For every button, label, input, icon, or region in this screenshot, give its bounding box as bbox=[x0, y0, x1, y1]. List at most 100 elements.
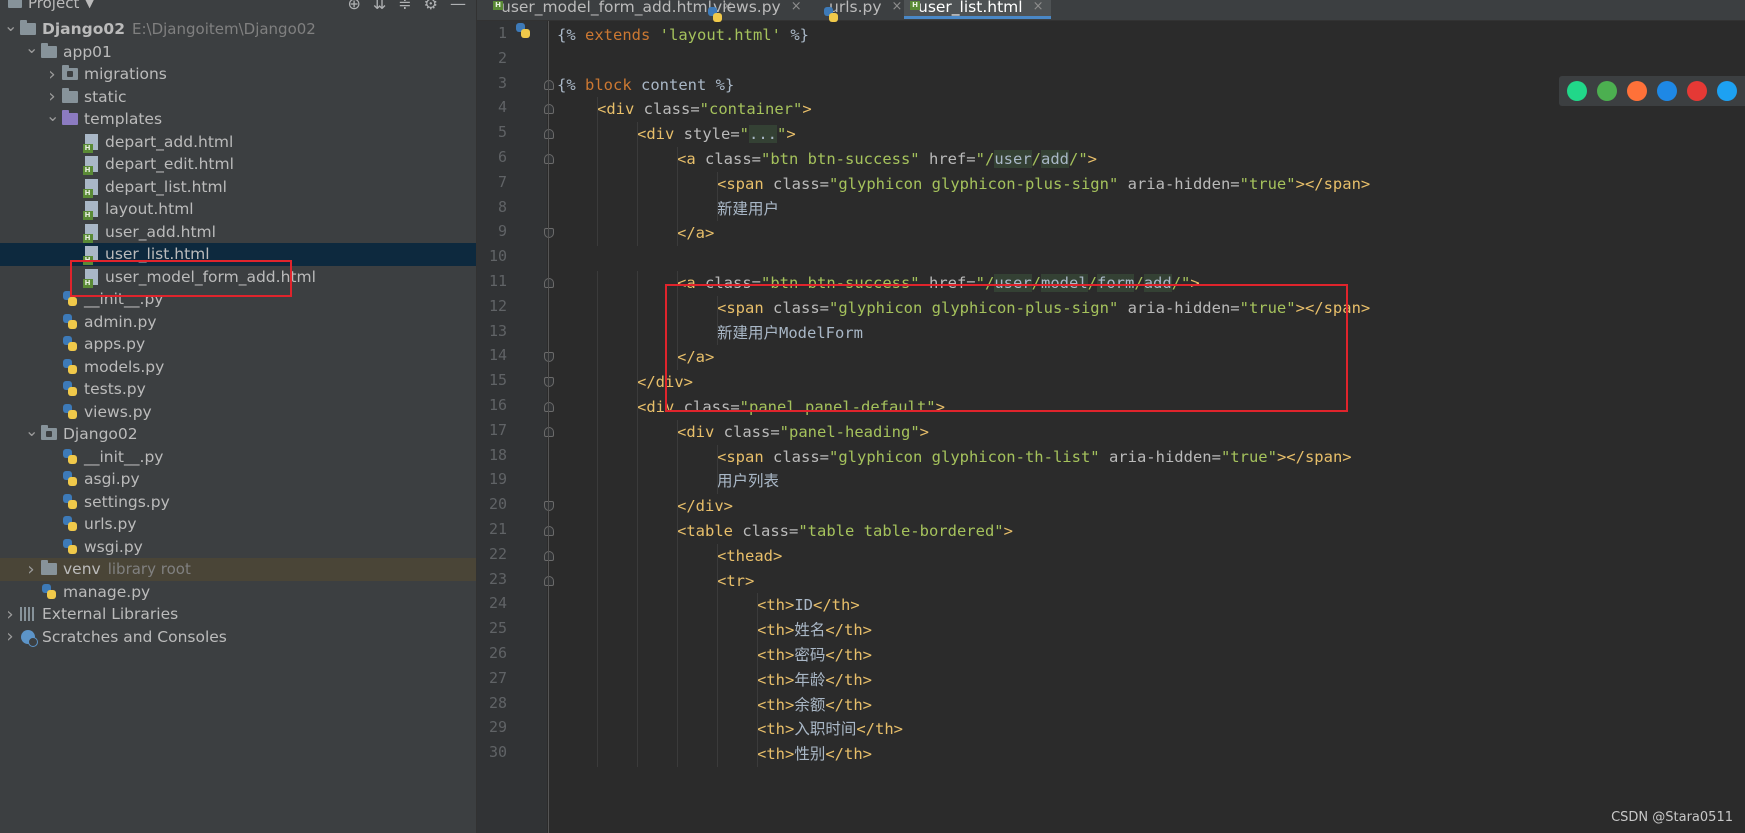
code-line: <a class="btn btn-success" href="/user/a… bbox=[677, 147, 1097, 171]
tree-item[interactable]: wsgi.py bbox=[0, 536, 476, 559]
close-icon[interactable]: × bbox=[892, 0, 903, 14]
fold-marker-icon[interactable] bbox=[544, 377, 554, 388]
tree-item[interactable]: ⌄ templates bbox=[0, 106, 476, 131]
tree-item[interactable]: › venv library root bbox=[0, 558, 476, 581]
python-file-shape bbox=[62, 538, 78, 555]
gear-icon[interactable]: ⚙ bbox=[424, 0, 438, 13]
collapse-all-icon[interactable]: ⇊ bbox=[373, 0, 386, 13]
tree-item[interactable]: ⌄ app01 bbox=[0, 38, 476, 64]
tree-item[interactable]: user_add.html bbox=[0, 221, 476, 244]
tree-item[interactable]: layout.html bbox=[0, 198, 476, 221]
fold-marker-icon[interactable] bbox=[544, 278, 554, 288]
tree-item[interactable]: ⌄ Django02 E:\Djangoitem\Django02 bbox=[0, 16, 476, 41]
html-file-shape bbox=[82, 201, 98, 221]
indent-guide bbox=[637, 395, 638, 420]
editor-tabs: user_model_form_add.html × views.py × urls.p… bbox=[477, 0, 1745, 21]
chevron-right-icon[interactable]: › bbox=[46, 64, 58, 85]
fold-marker-icon[interactable] bbox=[544, 402, 554, 412]
tree-item[interactable]: apps.py bbox=[0, 333, 476, 356]
tab-user-list-html[interactable]: user_list.html × bbox=[904, 0, 1052, 19]
fold-marker-icon[interactable] bbox=[544, 129, 554, 140]
tree-item[interactable]: depart_list.html bbox=[0, 176, 476, 199]
fold-marker-icon[interactable] bbox=[544, 352, 554, 363]
chevron-down-icon: ▼ bbox=[85, 0, 94, 10]
html-file-icon bbox=[82, 156, 100, 176]
chevron-right-icon[interactable]: › bbox=[4, 626, 16, 647]
firefox-icon[interactable] bbox=[1627, 81, 1647, 101]
indent-guide bbox=[677, 543, 678, 569]
tree-item[interactable]: settings.py bbox=[0, 491, 476, 514]
hide-icon[interactable]: — bbox=[450, 0, 466, 13]
html-file-icon bbox=[82, 201, 100, 221]
indent-guide bbox=[637, 543, 638, 569]
locate-icon[interactable]: ⊕ bbox=[347, 0, 360, 13]
tree-item[interactable]: urls.py bbox=[0, 513, 476, 536]
fold-marker-icon[interactable] bbox=[544, 575, 554, 586]
tree-item[interactable]: › migrations bbox=[0, 63, 476, 86]
line-number: 18 bbox=[488, 445, 507, 464]
fold-marker-icon[interactable] bbox=[544, 550, 554, 561]
tree-item[interactable]: depart_edit.html bbox=[0, 153, 476, 176]
python-file-shape bbox=[62, 313, 78, 330]
chevron-down-icon[interactable]: ⌄ bbox=[46, 106, 59, 125]
chevron-right-icon[interactable]: › bbox=[46, 86, 58, 107]
code-token: </a> bbox=[677, 224, 715, 243]
tab-label: user_model_form_add.html bbox=[501, 0, 712, 16]
tree-item[interactable]: views.py bbox=[0, 401, 476, 424]
tree-item[interactable]: tests.py bbox=[0, 378, 476, 401]
tree-item[interactable]: ⌄ Django02 bbox=[0, 421, 476, 446]
html-file-shape bbox=[82, 133, 98, 153]
fold-marker-icon[interactable] bbox=[544, 228, 554, 239]
edge-icon[interactable] bbox=[1717, 81, 1737, 101]
tree-item[interactable]: models.py bbox=[0, 356, 476, 379]
python-file-shape bbox=[62, 516, 78, 532]
fold-marker-icon[interactable] bbox=[544, 426, 554, 437]
tree-item[interactable]: asgi.py bbox=[0, 468, 476, 491]
indent-guide bbox=[717, 593, 718, 619]
indent-guide bbox=[637, 568, 638, 594]
project-view-selector[interactable]: Project ▼ bbox=[8, 0, 94, 12]
code-token: > bbox=[786, 125, 796, 144]
close-icon[interactable]: × bbox=[1033, 0, 1044, 14]
tree-item[interactable]: depart_add.html bbox=[0, 131, 476, 154]
fold-marker-icon[interactable] bbox=[544, 501, 554, 512]
pycharm-icon[interactable] bbox=[1567, 81, 1587, 101]
chevron-right-icon[interactable]: › bbox=[4, 604, 16, 625]
tree-item[interactable]: › Scratches and Consoles bbox=[0, 626, 476, 649]
chevron-down-icon[interactable]: ⌄ bbox=[25, 38, 38, 57]
safari-icon[interactable] bbox=[1657, 81, 1677, 101]
tab-urls-py[interactable]: urls.py × bbox=[815, 0, 910, 19]
indent-guide bbox=[637, 271, 638, 296]
tree-item-label: templates bbox=[84, 110, 163, 129]
fold-marker-icon[interactable] bbox=[544, 79, 554, 90]
code-token: <div bbox=[677, 422, 724, 441]
chevron-down-icon[interactable]: ⌄ bbox=[25, 421, 38, 440]
expand-all-icon[interactable]: ≑ bbox=[398, 0, 411, 13]
fold-marker-icon[interactable] bbox=[544, 154, 554, 164]
tree-item[interactable]: manage.py bbox=[0, 581, 476, 604]
fold-marker-icon[interactable] bbox=[544, 104, 554, 115]
code-token: " bbox=[739, 125, 750, 144]
project-toolbar: ⊕ ⇊ ≑ ⚙ — bbox=[347, 0, 466, 13]
code-token: {% bbox=[557, 75, 585, 94]
chevron-right-icon[interactable]: › bbox=[25, 559, 37, 580]
chrome-icon[interactable] bbox=[1597, 81, 1617, 101]
indent-guide bbox=[717, 171, 718, 197]
indent-guide bbox=[597, 643, 598, 668]
opera-icon[interactable] bbox=[1687, 81, 1707, 101]
code-token: "true" bbox=[1220, 447, 1277, 466]
tree-item[interactable]: admin.py bbox=[0, 311, 476, 334]
chevron-down-icon[interactable]: ⌄ bbox=[4, 16, 17, 35]
tree-item[interactable]: › External Libraries bbox=[0, 603, 476, 626]
line-number: 13 bbox=[488, 321, 507, 340]
fold-marker-icon[interactable] bbox=[544, 526, 554, 536]
tree-item[interactable]: __init__.py bbox=[0, 446, 476, 469]
indent-guide bbox=[597, 469, 598, 495]
tree-item[interactable]: › static bbox=[0, 86, 476, 109]
close-icon[interactable]: × bbox=[791, 0, 802, 14]
tab-views-py[interactable]: views.py × bbox=[699, 0, 810, 19]
code-token: ... bbox=[749, 125, 778, 144]
indent-guide bbox=[637, 618, 638, 643]
line-number: 7 bbox=[497, 172, 507, 191]
code-line: <th>姓名</th> bbox=[757, 618, 872, 642]
